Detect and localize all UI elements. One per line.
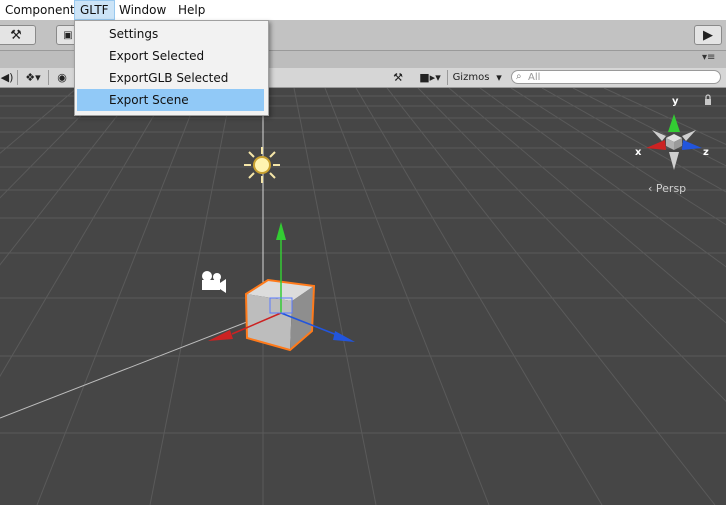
sun-icon[interactable] <box>244 147 280 183</box>
tools-toggle[interactable]: ⚒ <box>389 69 407 86</box>
menu-help[interactable]: Help <box>173 1 210 19</box>
menu-item-exportglb-selected[interactable]: ExportGLB Selected <box>77 67 264 89</box>
camera-dropdown[interactable]: ■▸▾ <box>415 69 445 86</box>
toolbar-separator <box>17 70 18 85</box>
chevron-down-icon: ▾ <box>496 71 502 84</box>
search-icon: ⌕ <box>516 71 522 82</box>
tools-icon: ⚒ <box>10 27 22 43</box>
camera-icon: ■▸▾ <box>419 71 441 84</box>
play-icon: ▶ <box>703 27 713 43</box>
menu-item-export-scene[interactable]: Export Scene <box>77 89 264 111</box>
scene-canvas[interactable]: y x z <box>0 88 726 505</box>
menu-item-export-selected[interactable]: Export Selected <box>77 45 264 67</box>
eye-icon: ◉ <box>57 71 67 84</box>
search-placeholder: All <box>528 72 541 83</box>
panel-menu-icon[interactable]: ▾≡ <box>702 52 715 63</box>
scene-visibility-toggle[interactable]: ◉ <box>52 69 72 86</box>
gizmos-button[interactable]: Gizmos <box>450 69 492 86</box>
audio-toggle[interactable]: ◀) <box>0 69 14 86</box>
gizmos-dropdown[interactable]: ▾ <box>493 69 505 86</box>
gizmo-x-label: x <box>635 147 642 158</box>
persp-icon: ‹ <box>648 182 653 195</box>
effects-icon: ❖▾ <box>25 71 41 84</box>
scene-viewport[interactable]: y x z ‹ Persp <box>0 88 726 505</box>
tool-button[interactable]: ⚒ <box>0 25 36 45</box>
menu-item-settings[interactable]: Settings <box>77 23 264 45</box>
toolbar-separator <box>48 70 49 85</box>
projection-toggle[interactable]: ‹ Persp <box>648 182 686 195</box>
play-button[interactable]: ▶ <box>694 25 722 45</box>
menu-bar: Component GLTF Window Help <box>0 0 726 21</box>
hierarchy-search-input[interactable]: ⌕ All <box>511 70 721 84</box>
projection-label: Persp <box>655 182 687 195</box>
gltf-dropdown-menu: Settings Export Selected ExportGLB Selec… <box>74 20 269 116</box>
menu-window[interactable]: Window <box>114 1 171 19</box>
menu-gltf[interactable]: GLTF <box>74 0 115 20</box>
tools-icon: ⚒ <box>393 71 403 84</box>
menu-component[interactable]: Component <box>0 1 80 19</box>
gizmo-z-label: z <box>703 147 709 158</box>
speaker-icon: ◀) <box>0 71 14 84</box>
gizmo-y-label: y <box>672 96 679 107</box>
effects-toggle[interactable]: ❖▾ <box>22 69 44 86</box>
pivot-icon: ▣ <box>63 29 73 41</box>
toolbar-separator <box>447 70 448 85</box>
